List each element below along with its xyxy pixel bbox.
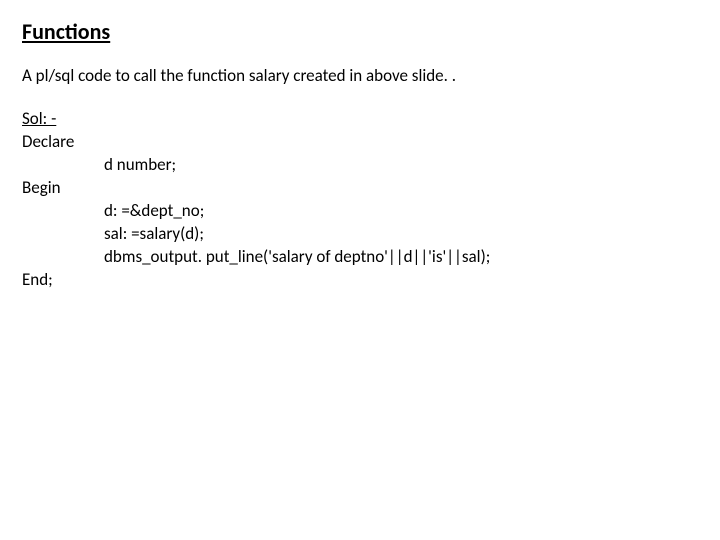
solution-label: Sol: - — [22, 108, 698, 129]
code-end: End; — [22, 269, 698, 292]
code-line-output: dbms_output. put_line('salary of deptno'… — [22, 246, 698, 269]
code-line-2-text: sal: =salary(d); — [104, 223, 204, 244]
slide-description: A pl/sql code to call the function salar… — [22, 65, 698, 86]
code-line-3-text: dbms_output. put_line('salary of deptno'… — [104, 246, 490, 267]
code-line-assign-d: d: =&dept_no; — [22, 200, 698, 223]
page-title: Functions — [22, 18, 698, 45]
code-var-declaration: d number; — [22, 154, 698, 177]
code-declare: Declare — [22, 131, 698, 154]
code-line-assign-sal: sal: =salary(d); — [22, 223, 698, 246]
code-line-1-text: d: =&dept_no; — [104, 200, 204, 221]
code-begin: Begin — [22, 177, 698, 200]
code-var-decl-text: d number; — [104, 154, 176, 175]
